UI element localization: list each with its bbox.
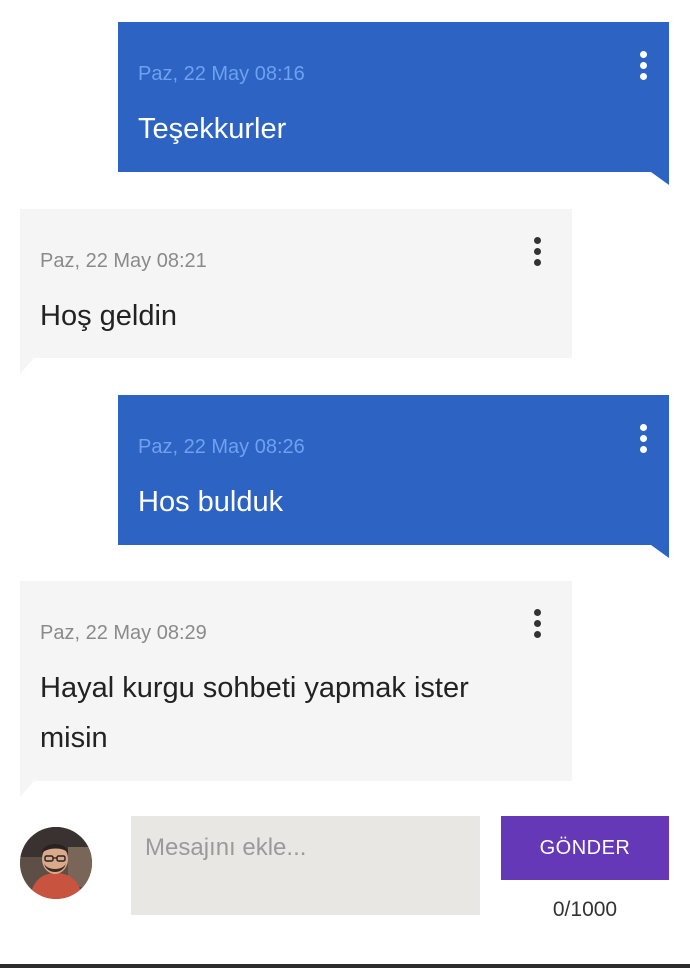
message-text: Teşekkurler	[138, 113, 287, 145]
message-timestamp: Paz, 22 May 08:16	[138, 63, 305, 85]
message-text: Hoş geldin	[40, 300, 178, 332]
message-timestamp: Paz, 22 May 08:29	[40, 622, 207, 644]
message-bubble-received: Paz, 22 May 08:21 Hoş geldin	[20, 209, 572, 374]
message-bubble-sent: Paz, 22 May 08:16 Teşekkurler	[118, 22, 669, 185]
message-bubble-sent: Paz, 22 May 08:26 Hos bulduk	[118, 395, 669, 558]
more-vertical-icon[interactable]	[522, 231, 552, 271]
message-timestamp: Paz, 22 May 08:26	[138, 436, 305, 458]
more-vertical-icon[interactable]	[628, 45, 658, 85]
more-vertical-icon[interactable]	[628, 418, 658, 458]
message-timestamp: Paz, 22 May 08:21	[40, 250, 207, 272]
more-vertical-icon[interactable]	[522, 603, 552, 643]
bottom-divider	[0, 964, 690, 968]
avatar[interactable]	[20, 827, 92, 899]
message-text: Hos bulduk	[138, 486, 284, 518]
message-text: Hayal kurgu sohbeti yapmak ister misin	[40, 672, 469, 754]
send-button[interactable]: GÖNDER	[501, 816, 669, 880]
message-bubble-received: Paz, 22 May 08:29 Hayal kurgu sohbeti ya…	[20, 581, 572, 797]
message-input[interactable]	[131, 816, 480, 915]
character-counter: 0/1000	[552, 898, 618, 921]
